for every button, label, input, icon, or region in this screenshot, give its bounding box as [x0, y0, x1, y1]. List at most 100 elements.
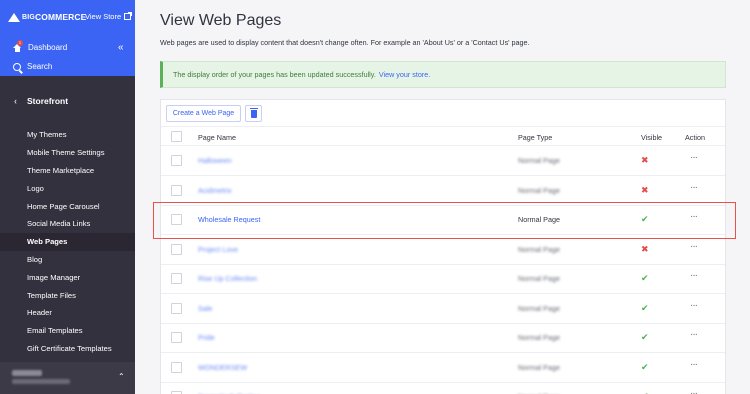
sidebar-item-email-templates[interactable]: Email Templates	[0, 322, 135, 340]
alert-text: The display order of your pages has been…	[173, 70, 376, 79]
row-checkbox[interactable]	[171, 243, 182, 255]
page-title: View Web Pages	[160, 12, 282, 29]
menu-item-label: Logo	[27, 183, 44, 193]
create-web-page-button[interactable]: Create a Web Page	[166, 105, 241, 122]
view-store-label: View Store	[85, 12, 122, 21]
cross-icon[interactable]: ✖	[641, 185, 649, 196]
cross-icon[interactable]: ✖	[641, 155, 649, 166]
logo-commerce-text: COMMERCE	[35, 12, 87, 22]
row-checkbox[interactable]	[171, 273, 182, 284]
collapse-sidebar-icon[interactable]: «	[118, 42, 124, 53]
sidebar-item-theme-marketplace[interactable]: Theme Marketplace	[0, 162, 135, 180]
page-description: Web pages are used to display content th…	[160, 38, 530, 47]
chevron-up-icon: ⌃	[118, 372, 125, 381]
table-row[interactable]: WONDERSEW Normal Page ✔ ···	[161, 354, 725, 383]
sidebar-item-dashboard[interactable]: 1 Dashboard	[13, 39, 67, 52]
more-actions-icon[interactable]: ···	[690, 182, 698, 193]
page-name-link[interactable]: Acidmetrix	[198, 186, 232, 195]
sidebar-footer[interactable]: ⌃	[0, 362, 135, 394]
page-name-link[interactable]: Halloween	[198, 156, 232, 165]
more-actions-icon[interactable]: ···	[690, 300, 698, 311]
home-icon: 1	[13, 39, 23, 52]
table-row[interactable]: Sale Normal Page ✔ ···	[161, 295, 725, 324]
column-header-action: Action	[685, 133, 705, 142]
checkmark-icon[interactable]: ✔	[641, 303, 649, 314]
support-pin-redacted	[12, 379, 70, 384]
page-name-link[interactable]: Sale	[198, 304, 212, 313]
sidebar-item-blog[interactable]: Blog	[0, 251, 135, 269]
more-actions-icon[interactable]: ···	[690, 388, 698, 394]
page-type: Normal Page	[518, 274, 560, 283]
more-actions-icon[interactable]: ···	[690, 270, 698, 281]
menu-item-label: Social Media Links	[27, 219, 91, 229]
page-type: Normal Page	[518, 215, 560, 224]
sidebar-item-image-manager[interactable]: Image Manager	[0, 268, 135, 286]
page-type: Normal Page	[518, 333, 560, 342]
view-store-link[interactable]: View Store	[85, 12, 133, 21]
page-type: Normal Page	[518, 185, 560, 195]
page-name-link[interactable]: WONDERSEW	[198, 363, 247, 372]
logo-big-text: BIG	[22, 13, 36, 21]
sidebar-item-home-page-carousel[interactable]: Home Page Carousel	[0, 197, 135, 215]
row-checkbox[interactable]	[171, 155, 182, 166]
sidebar-item-web-pages[interactable]: Web Pages	[0, 232, 135, 251]
sidebar-header: BIG COMMERCE View Store 1 Dashboard « Se…	[0, 0, 135, 76]
more-actions-icon[interactable]: ···	[690, 359, 698, 370]
sidebar: BIG COMMERCE View Store 1 Dashboard « Se…	[0, 0, 135, 394]
row-checkbox[interactable]	[171, 184, 182, 196]
sidebar-item-header[interactable]: Header	[0, 304, 135, 322]
page-type: Normal Page	[518, 362, 560, 372]
menu-item-label: Template Files	[27, 290, 76, 300]
checkmark-icon[interactable]: ✔	[641, 332, 649, 343]
sidebar-item-mobile-theme-settings[interactable]: Mobile Theme Settings	[0, 144, 135, 162]
row-checkbox[interactable]	[171, 361, 182, 373]
sidebar-item-template-files[interactable]: Template Files	[0, 286, 135, 304]
help-text-redacted	[12, 370, 42, 376]
cross-icon[interactable]: ✖	[641, 244, 649, 255]
page-name-link[interactable]: Wholesale Request	[198, 215, 260, 224]
page-name-link[interactable]: Rise Up Collection	[198, 274, 257, 283]
checkmark-icon[interactable]: ✔	[641, 214, 649, 225]
menu-item-label: Email Templates	[27, 326, 83, 336]
menu-item-label: Image Manager	[27, 272, 81, 282]
column-header-page-name[interactable]: Page Name	[198, 133, 236, 142]
checkmark-icon[interactable]: ✔	[641, 362, 649, 373]
select-all-checkbox[interactable]	[171, 131, 182, 142]
page-name-link[interactable]: Project Love	[198, 245, 238, 254]
more-actions-icon[interactable]: ···	[690, 241, 698, 252]
external-link-icon	[124, 12, 133, 20]
menu-item-label: Home Page Carousel	[27, 201, 100, 211]
sidebar-item-my-themes[interactable]: My Themes	[0, 126, 135, 144]
menu-item-label: Mobile Theme Settings	[27, 148, 105, 158]
sidebar-item-social-media-links[interactable]: Social Media Links	[0, 215, 135, 233]
page-name-link[interactable]: Pride	[198, 333, 215, 342]
more-actions-icon[interactable]: ···	[690, 211, 698, 222]
more-actions-icon[interactable]: ···	[690, 152, 698, 163]
sidebar-item-logo[interactable]: Logo	[0, 179, 135, 197]
table-row[interactable]: Rise Up Collection Normal Page ✔ ···	[161, 265, 725, 294]
menu-item-label: Theme Marketplace	[27, 165, 95, 175]
checkmark-icon[interactable]: ✔	[641, 273, 649, 284]
bigcommerce-logo[interactable]: BIG COMMERCE	[8, 10, 86, 24]
table-header: Page Name Page Type Visible Action	[161, 126, 725, 146]
column-header-visible[interactable]: Visible	[641, 133, 662, 142]
menu-item-label: Gift Certificate Templates	[27, 343, 112, 353]
table-row[interactable]: Acidmetrix Normal Page ✖ ···	[161, 177, 725, 206]
table-row[interactable]: Halloween Normal Page ✖ ···	[161, 147, 725, 176]
delete-button[interactable]	[245, 105, 262, 122]
table-row[interactable]: Project Love Normal Page ✖ ···	[161, 236, 725, 265]
table-row[interactable]: Dramatic CollectionNormal Page✔···	[161, 383, 725, 394]
row-checkbox[interactable]	[171, 332, 182, 343]
view-store-alert-link[interactable]: View your store.	[379, 70, 430, 79]
table-row[interactable]: Wholesale Request Normal Page ✔ ···	[161, 206, 725, 235]
table-row[interactable]: Pride Normal Page ✔ ···	[161, 324, 725, 353]
row-checkbox[interactable]	[171, 214, 182, 225]
sidebar-item-gift-certificate-templates[interactable]: Gift Certificate Templates	[0, 340, 135, 358]
row-checkbox[interactable]	[171, 302, 182, 314]
sidebar-item-search[interactable]: Search	[13, 62, 52, 71]
more-actions-icon[interactable]: ···	[690, 329, 698, 340]
chevron-left-icon: ‹	[14, 96, 17, 106]
column-header-page-type[interactable]: Page Type	[518, 133, 552, 142]
storefront-section-header[interactable]: ‹ Storefront	[0, 90, 135, 112]
web-pages-panel: Create a Web Page Page Name Page Type Vi…	[160, 99, 726, 394]
